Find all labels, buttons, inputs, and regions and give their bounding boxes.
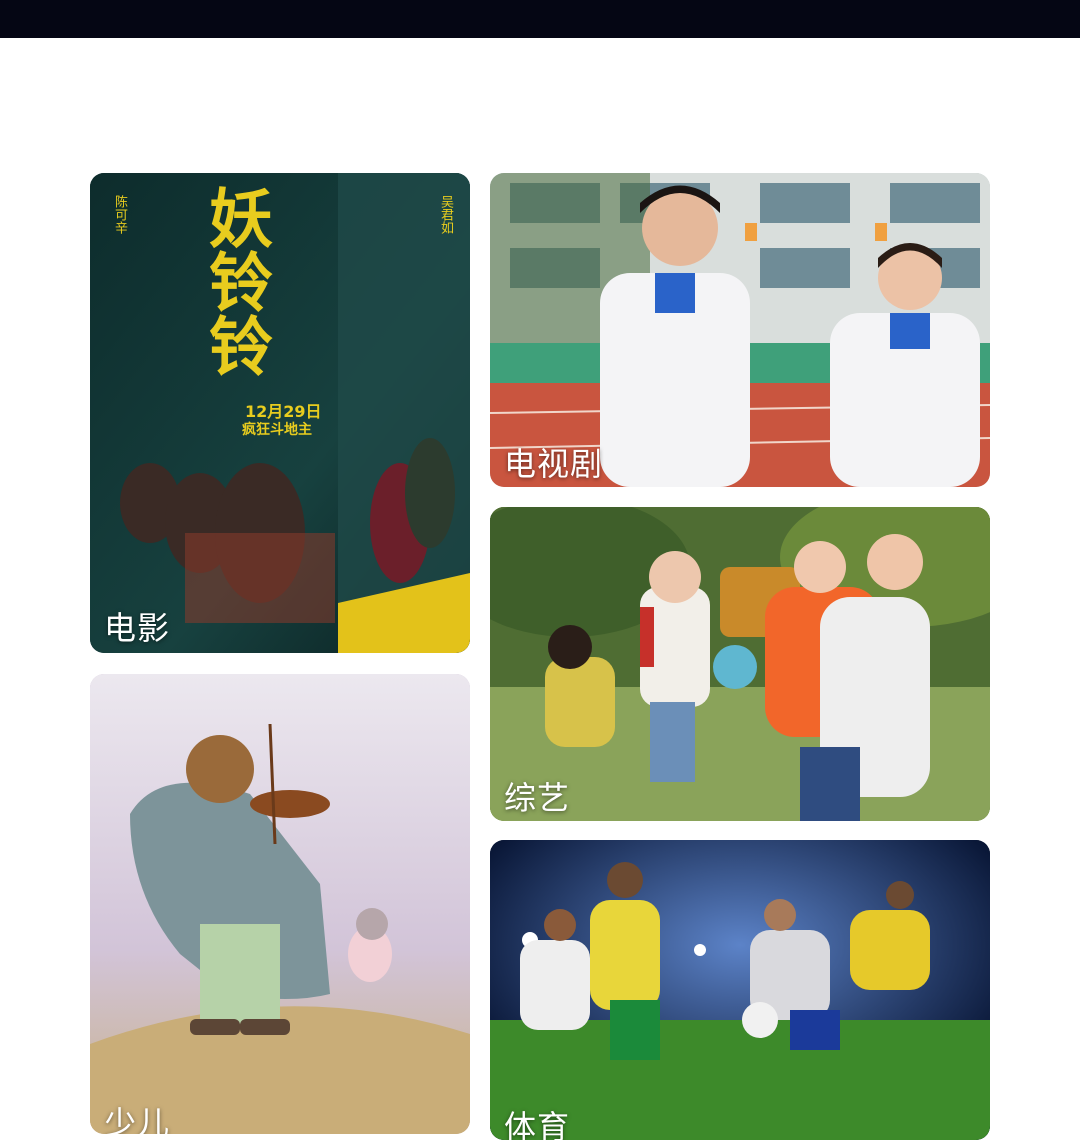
category-label: 综艺 xyxy=(504,779,571,817)
movie-poster-tagline: 疯狂斗地主 xyxy=(242,422,312,438)
movie-poster-credit-right: 吴君如 xyxy=(438,195,453,234)
category-label: 体育 xyxy=(504,1108,571,1140)
kids-cartoon-image xyxy=(90,674,470,1134)
status-bar xyxy=(0,0,1080,38)
sports-soccer-image xyxy=(490,840,990,1140)
category-card-tv[interactable]: 电视剧 xyxy=(490,173,990,487)
category-card-movie[interactable]: 妖铃铃 12月29日 疯狂斗地主 陈可辛 吴君如 电影 xyxy=(90,173,470,653)
movie-poster-credit-left: 陈可辛 xyxy=(112,195,127,234)
category-label: 电视剧 xyxy=(504,445,604,483)
category-label: 电影 xyxy=(104,609,171,647)
category-label: 少儿 xyxy=(104,1104,171,1134)
category-card-variety[interactable]: 综艺 xyxy=(490,507,990,821)
category-card-sports[interactable]: 体育 xyxy=(490,840,990,1140)
category-card-kids[interactable]: 少儿 xyxy=(90,674,470,1134)
movie-poster-title: 妖铃铃 xyxy=(198,185,273,377)
